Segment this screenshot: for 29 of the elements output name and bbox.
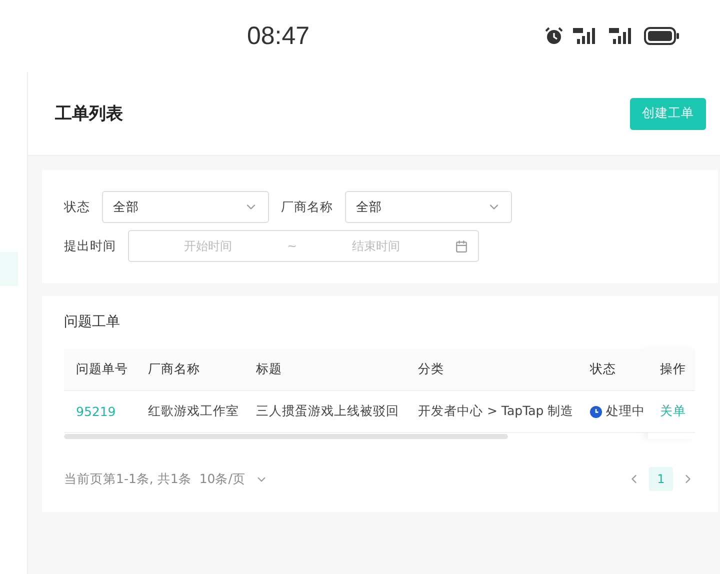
- table-cell: 红歌游戏工作室: [148, 403, 239, 420]
- column-header: 操作: [660, 361, 686, 378]
- filter-label: 状态: [64, 198, 90, 216]
- page-button[interactable]: 1: [649, 467, 673, 491]
- scrollbar-thumb[interactable]: [64, 434, 508, 439]
- calendar-icon: [455, 240, 468, 252]
- column-header: 问题单号: [76, 361, 128, 378]
- date-range-field[interactable]: 开始时间 ~ 结束时间: [128, 230, 479, 262]
- column-header: 标题: [256, 361, 282, 378]
- column-header: 厂商名称: [148, 361, 200, 378]
- column-header: 状态: [590, 361, 616, 378]
- status-text: 处理中: [606, 403, 645, 420]
- section-title: 问题工单: [64, 313, 121, 331]
- status-select[interactable]: 全部: [102, 191, 269, 223]
- page-size-select[interactable]: 10条/页: [199, 470, 268, 488]
- alarm-icon: [544, 26, 564, 46]
- ticket-id-link[interactable]: 95219: [76, 404, 116, 419]
- table-cell: 开发者中心 > TapTap 制造: [418, 403, 574, 420]
- filter-label: 厂商名称: [281, 198, 333, 216]
- close-ticket-link[interactable]: 关单: [660, 403, 686, 420]
- vendor-select[interactable]: 全部: [345, 191, 512, 223]
- pagination-summary: 当前页第1-1条, 共1条: [64, 470, 192, 488]
- filter-label: 提出时间: [64, 238, 116, 254]
- column-header: 分类: [418, 361, 444, 378]
- page-title: 工单列表: [55, 103, 123, 125]
- battery-icon: [644, 26, 680, 46]
- clock-time: 08:47: [247, 22, 310, 50]
- table-cell: 三人掼蛋游戏上线被驳回: [256, 403, 399, 420]
- create-ticket-button[interactable]: 创建工单: [630, 98, 706, 130]
